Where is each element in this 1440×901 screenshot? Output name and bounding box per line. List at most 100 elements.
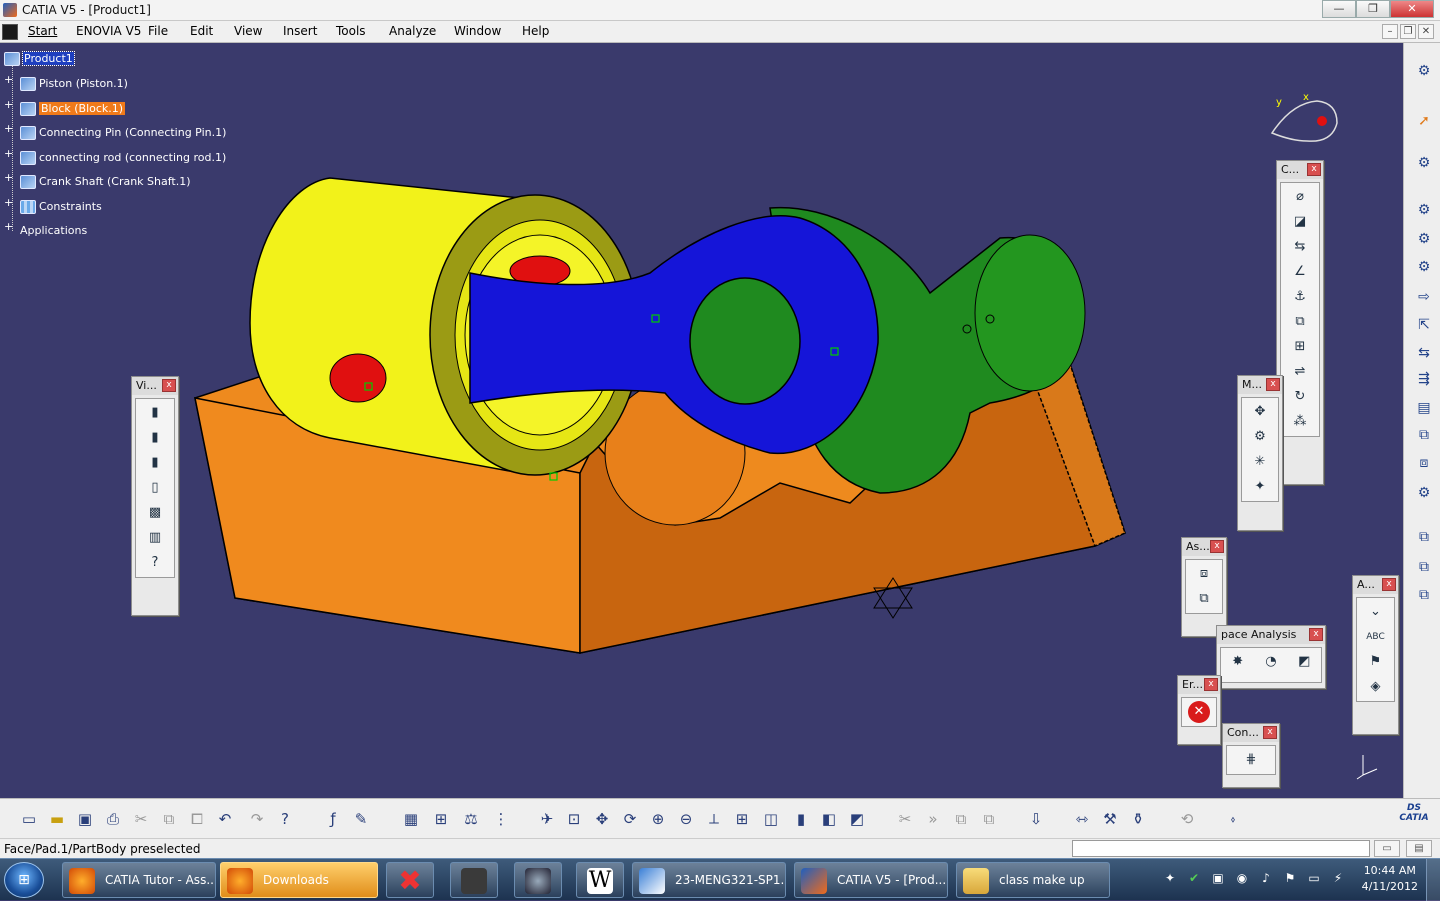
task-xmarks[interactable]: ✖ (386, 862, 434, 898)
tree-root-product1[interactable]: Product1 (4, 51, 75, 67)
redo-icon[interactable]: ↷ (246, 808, 268, 830)
flag-note-icon[interactable]: ⚑ (1365, 651, 1387, 673)
select-arrow-icon[interactable]: ➚ (1414, 111, 1434, 131)
new-file-icon[interactable]: ▭ (18, 808, 40, 830)
new-part-icon[interactable]: ⚙ (1414, 229, 1434, 249)
tray-app-icon[interactable]: ✦ (1162, 870, 1178, 886)
weld-icon[interactable]: ⌄ (1365, 601, 1387, 623)
annotations-toolbar[interactable]: A... x ⌄ ABC ⚑ ◈ (1352, 575, 1399, 735)
menu-help[interactable]: Help (522, 24, 549, 38)
measure-inertia-icon[interactable]: ⚱ (1127, 808, 1149, 830)
task-halo[interactable] (514, 862, 562, 898)
offset-icon[interactable]: ⇆ (1289, 236, 1311, 258)
3d-viewport[interactable]: Product1 + Piston (Piston.1) + Block (Bl… (0, 43, 1403, 798)
reuse-pattern-icon[interactable]: ⁂ (1289, 411, 1311, 433)
print-icon[interactable]: ⎙ (102, 808, 124, 830)
existing-component-icon[interactable]: ⧈ (1193, 563, 1215, 585)
tree-item-connecting-rod[interactable]: connecting rod (connecting rod.1) (20, 150, 226, 166)
graph-tree-icon[interactable]: ⇱ (1414, 315, 1434, 335)
error-toolbar[interactable]: Er... x ✕ (1177, 675, 1221, 745)
clock[interactable]: 10:44 AM 4/11/2012 (1362, 863, 1418, 895)
bom-icon[interactable]: ⇶ (1414, 369, 1434, 389)
scenes-icon[interactable]: ⧉ (1414, 527, 1434, 547)
close-icon[interactable]: x (1307, 163, 1321, 176)
multi-view-icon[interactable]: ⊞ (731, 808, 753, 830)
power-icon[interactable]: ⚡ (1330, 870, 1346, 886)
measure-between-icon[interactable]: ⇿ (1071, 808, 1093, 830)
close-icon[interactable]: x (1266, 378, 1280, 391)
views-toolbar[interactable]: Vi... x ▮ ▮ ▮ ▯ ▩ ▥ ? (131, 376, 179, 616)
clash-icon[interactable]: ✸ (1227, 651, 1249, 673)
menu-insert[interactable]: Insert (283, 24, 317, 38)
error-icon[interactable]: ✕ (1188, 701, 1210, 723)
whats-this-icon[interactable]: ? (274, 808, 296, 830)
tray-sync-icon[interactable]: ✔ (1186, 870, 1202, 886)
show-desktop-button[interactable] (1426, 859, 1440, 901)
change-constraint-icon[interactable]: ↻ (1289, 386, 1311, 408)
task-catia[interactable]: CATIA V5 - [Prod... (794, 862, 948, 898)
menu-file[interactable]: File (148, 24, 168, 38)
menu-analyze[interactable]: Analyze (389, 24, 436, 38)
expand-icon[interactable]: + (4, 221, 13, 232)
renumber-icon[interactable]: ⇆ (1414, 343, 1434, 363)
eraser-icon[interactable]: ⬫ (1222, 808, 1244, 830)
compass-icon[interactable]: y x (1262, 93, 1342, 153)
zoom-in-icon[interactable]: ⊕ (647, 808, 669, 830)
command-button-2[interactable]: ▤ (1406, 840, 1432, 857)
constraint-grid-icon[interactable]: ⋕ (1240, 749, 1262, 771)
tree-item-applications[interactable]: Applications (20, 223, 87, 239)
fly-mode-icon[interactable]: ✈ (536, 808, 558, 830)
publication-icon[interactable]: ▤ (1414, 398, 1434, 418)
catalog-icon[interactable]: ⊞ (430, 808, 452, 830)
task-word[interactable]: W (576, 862, 624, 898)
start-button[interactable]: ⊞ (4, 862, 44, 898)
contact-icon[interactable]: ◪ (1289, 211, 1311, 233)
help-icon[interactable]: ? (144, 552, 166, 574)
monitor-icon[interactable]: ▭ (1306, 870, 1322, 886)
move-toolbar[interactable]: M... x ✥ ⚙ ✳ ✦ (1237, 375, 1283, 531)
text-icon[interactable]: ABC (1365, 626, 1387, 648)
new-product-icon[interactable]: ⚙ (1414, 200, 1434, 220)
reconcile-icon[interactable]: ⧉ (1414, 557, 1434, 577)
table-icon[interactable]: ▦ (400, 808, 422, 830)
shading-icon[interactable]: ▮ (790, 808, 812, 830)
space-analysis-toolbar[interactable]: pace Analysis x ✸ ◔ ◩ (1216, 625, 1326, 689)
design-table-icon[interactable]: ⚖ (460, 808, 482, 830)
volume-icon[interactable]: ♪ (1258, 870, 1274, 886)
tree-item-block[interactable]: Block (Block.1) (20, 101, 126, 117)
catia-menu-icon[interactable] (2, 24, 18, 40)
replace-component-icon[interactable]: ⧉ (1193, 588, 1215, 610)
snap-icon[interactable]: ⚙ (1249, 426, 1271, 448)
disabled-tool-1-icon[interactable]: ✂ (894, 808, 916, 830)
close-icon[interactable]: x (1204, 678, 1218, 691)
explode-icon[interactable]: ✳ (1249, 451, 1271, 473)
annotation-3d-icon[interactable]: ◈ (1365, 676, 1387, 698)
close-icon[interactable]: x (1382, 578, 1396, 591)
formula-icon[interactable]: ƒ (322, 808, 344, 830)
assembly-toolbar[interactable]: As... x ⧈ ⧉ (1181, 537, 1227, 637)
command-button-1[interactable]: ▭ (1374, 840, 1400, 857)
angle-icon[interactable]: ∠ (1289, 261, 1311, 283)
fast-multi-instantiate-icon[interactable]: ⧈ (1414, 453, 1434, 473)
paste-icon[interactable]: ⧠ (186, 808, 208, 830)
update-icon[interactable]: ⇩ (1025, 808, 1047, 830)
existing-component-icon[interactable]: ⚙ (1414, 257, 1434, 277)
flexible-rigid-icon[interactable]: ⇌ (1289, 361, 1311, 383)
task-pdf[interactable]: 23-MENG321-SP1... (632, 862, 786, 898)
save-icon[interactable]: ▣ (74, 808, 96, 830)
refresh-icon[interactable]: ⟲ (1176, 808, 1198, 830)
tree-item-constraints[interactable]: Constraints (20, 199, 102, 215)
expand-icon[interactable]: + (4, 123, 13, 134)
pan-icon[interactable]: ✥ (591, 808, 613, 830)
fit-all-icon[interactable]: ⊡ (563, 808, 585, 830)
normal-view-icon[interactable]: ⟂ (703, 808, 725, 830)
menu-edit[interactable]: Edit (190, 24, 213, 38)
tree-item-crank-shaft[interactable]: Crank Shaft (Crank Shaft.1) (20, 174, 191, 190)
close-icon[interactable]: x (1210, 540, 1224, 553)
disabled-tool-4-icon[interactable]: ⧉ (978, 808, 1000, 830)
gears-icon[interactable]: ⚙ (1414, 61, 1434, 81)
manipulate-icon[interactable]: ✥ (1249, 401, 1271, 423)
expand-icon[interactable]: + (4, 99, 13, 110)
multi-instantiate-icon[interactable]: ⧉ (1414, 425, 1434, 445)
view-cylinder-3-icon[interactable]: ▮ (144, 452, 166, 474)
